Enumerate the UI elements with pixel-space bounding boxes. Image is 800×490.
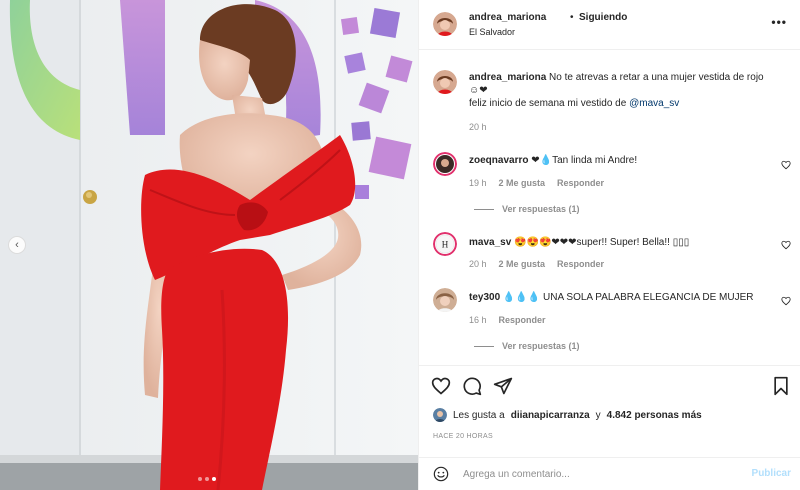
post-location[interactable]: El Salvador <box>469 27 515 37</box>
caption-text: andrea_mariona No te atrevas a retar a u… <box>469 71 769 110</box>
caption-time[interactable]: 20 h <box>469 122 487 132</box>
comment-input[interactable] <box>463 465 733 483</box>
comment-reply-button[interactable]: Responder <box>557 178 604 188</box>
header-separator: • <box>570 12 574 23</box>
comment-reply-button[interactable]: Responder <box>499 315 546 325</box>
instagram-post: ‹ andrea_mariona • Siguiendo El Salvador… <box>0 0 800 490</box>
commenter-avatar[interactable] <box>433 152 457 176</box>
comment-username[interactable]: zoeqnavarro <box>469 155 528 166</box>
emoji-icon[interactable] <box>433 466 449 482</box>
comment-like-icon[interactable] <box>781 240 791 250</box>
commenter-avatar[interactable]: H <box>433 232 457 256</box>
carousel-dot-active <box>212 477 216 481</box>
view-replies-button[interactable]: Ver respuestas (1) <box>474 204 580 214</box>
comment-text: mava_sv 😍😍😍❤❤❤super!! Super! Bella!! ▯▯▯ <box>469 236 769 249</box>
carousel-prev-button[interactable]: ‹ <box>8 236 26 254</box>
carousel-indicator <box>198 477 216 481</box>
comment-body: 💧💧💧 UNA SOLA PALABRA ELEGANCIA DE MUJER <box>502 292 754 303</box>
post-header: andrea_mariona • Siguiendo El Salvador •… <box>419 0 800 50</box>
comment-meta: 19 h 2 Me gusta Responder <box>469 178 604 188</box>
post-timestamp[interactable]: HACE 20 HORAS <box>433 433 493 440</box>
comment-body: ❤💧Tan linda mi Andre! <box>531 155 638 166</box>
comment-username[interactable]: mava_sv <box>469 237 511 248</box>
comment-text: tey300 💧💧💧 UNA SOLA PALABRA ELEGANCIA DE… <box>469 291 769 304</box>
likes-summary: Les gusta a diianapicarranza y 4.842 per… <box>433 408 702 422</box>
commenter-avatar[interactable] <box>433 288 457 312</box>
following-button[interactable]: Siguiendo <box>579 12 627 23</box>
liker-username[interactable]: diianapicarranza <box>511 410 590 421</box>
comment-text: zoeqnavarro ❤💧Tan linda mi Andre! <box>469 154 769 167</box>
send-icon[interactable] <box>493 376 513 396</box>
caption-emoji: ☺❤ <box>469 85 488 96</box>
view-replies-label: Ver respuestas (1) <box>502 341 580 351</box>
caption-meta: 20 h <box>469 122 487 132</box>
comment-body: 😍😍😍❤❤❤super!! Super! Bella!! ▯▯▯ <box>514 237 690 248</box>
replies-line <box>474 208 494 210</box>
comment-meta: 20 h 2 Me gusta Responder <box>469 259 604 269</box>
carousel-dot <box>198 477 202 481</box>
caption-line-2: feliz inicio de semana mi vestido de <box>469 98 627 109</box>
caption-line-1: No te atrevas a retar a una mujer vestid… <box>549 72 764 83</box>
comment-meta: 16 h Responder <box>469 315 546 325</box>
author-avatar[interactable] <box>433 12 457 36</box>
comment-time[interactable]: 19 h <box>469 178 487 188</box>
comment-composer: Publicar <box>419 457 800 490</box>
publish-button[interactable]: Publicar <box>752 468 791 479</box>
comment-time[interactable]: 20 h <box>469 259 487 269</box>
comment-reply-button[interactable]: Responder <box>557 259 604 269</box>
liker-avatar[interactable] <box>433 408 447 422</box>
comment-time[interactable]: 16 h <box>469 315 487 325</box>
likes-connector: y <box>595 409 601 421</box>
heart-icon[interactable] <box>431 376 451 396</box>
post-media[interactable]: ‹ <box>0 0 418 490</box>
post-side-panel: andrea_mariona • Siguiendo El Salvador •… <box>418 0 800 490</box>
comment-like-icon[interactable] <box>781 160 791 170</box>
bookmark-icon[interactable] <box>771 376 791 396</box>
view-replies-button[interactable]: Ver respuestas (1) <box>474 341 580 351</box>
comment-username[interactable]: tey300 <box>469 292 500 303</box>
comment-likes[interactable]: 2 Me gusta <box>499 259 546 269</box>
more-horizontal-icon[interactable]: ••• <box>771 15 787 29</box>
likes-count[interactable]: 4.842 personas más <box>607 410 702 421</box>
likes-prefix: Les gusta a <box>453 409 505 421</box>
caption-mention-link[interactable]: @mava_sv <box>629 98 679 109</box>
svg-text:H: H <box>442 240 449 250</box>
comments-list: andrea_mariona No te atrevas a retar a u… <box>419 50 800 365</box>
caption-avatar[interactable] <box>433 70 457 94</box>
post-photo <box>0 0 418 490</box>
caption-username[interactable]: andrea_mariona <box>469 72 546 83</box>
replies-line <box>474 345 494 347</box>
comment-like-icon[interactable] <box>781 296 791 306</box>
comment-likes[interactable]: 2 Me gusta <box>499 178 546 188</box>
view-replies-label: Ver respuestas (1) <box>502 204 580 214</box>
carousel-dot <box>205 477 209 481</box>
author-username[interactable]: andrea_mariona <box>469 12 546 23</box>
comment-icon[interactable] <box>462 376 482 396</box>
